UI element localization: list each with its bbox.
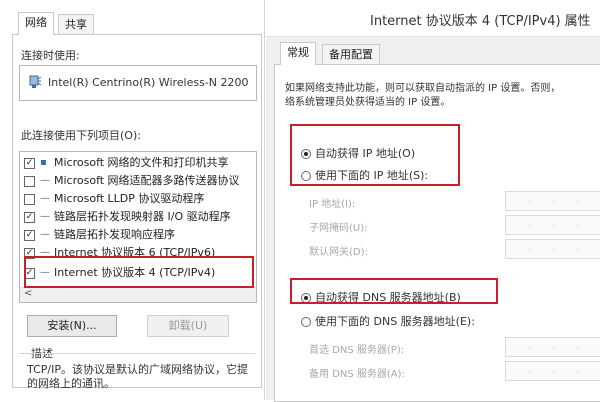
adapter-name: Intel(R) Centrino(R) Wireless-N 2200 bbox=[48, 76, 249, 89]
radio-unselected-icon bbox=[301, 317, 311, 327]
list-item[interactable]: ✓ — 链路层拓扑发现映射器 I/O 驱动程序 bbox=[24, 208, 231, 226]
install-button[interactable]: 安装(N)... bbox=[27, 315, 117, 337]
tcpipv4-properties-dialog: Internet 协议版本 4 (TCP/IPv4) 属性 常规 备用配置 如果… bbox=[266, 0, 600, 402]
checkbox[interactable] bbox=[24, 175, 35, 187]
protocol-icon: — bbox=[40, 229, 50, 240]
uninstall-button[interactable]: 卸载(U) bbox=[147, 315, 229, 337]
checkbox[interactable]: ✓ bbox=[24, 157, 35, 169]
list-item[interactable]: — Microsoft 网络适配器多路传送器协议 bbox=[24, 172, 240, 190]
tab-alternate-config[interactable]: 备用配置 bbox=[322, 44, 380, 65]
adapter-properties-dialog: 网络 共享 连接时使用: Intel(R) Centrino(R) Wirele… bbox=[0, 0, 265, 400]
description-text-2: 的网络上的通讯。 bbox=[27, 377, 115, 390]
checkbox[interactable] bbox=[24, 193, 35, 205]
intro-text-line1: 如果网络支持此功能，则可以获取自动指派的 IP 设置。否则， bbox=[285, 83, 561, 94]
intro-text-line2: 络系统管理员处获得适当的 IP 设置。 bbox=[285, 97, 451, 108]
highlight-box-tcpipv4 bbox=[24, 256, 254, 288]
list-item[interactable]: ✓ — 链路层拓扑发现响应程序 bbox=[24, 226, 175, 244]
adapter-box: Intel(R) Centrino(R) Wireless-N 2200 bbox=[19, 65, 257, 101]
protocol-icon: — bbox=[40, 175, 50, 186]
network-tab-panel: 连接时使用: Intel(R) Centrino(R) Wireless-N 2… bbox=[12, 34, 262, 390]
general-tab-panel: 如果网络支持此功能，则可以获取自动指派的 IP 设置。否则， 络系统管理员处获得… bbox=[274, 64, 600, 402]
horizontal-scrollbar[interactable]: < bbox=[20, 287, 256, 302]
subnet-mask-field[interactable]: ... bbox=[505, 215, 600, 235]
highlight-box-auto-dns bbox=[290, 278, 498, 304]
ip-address-label: IP 地址(I): bbox=[309, 199, 356, 210]
tab-network[interactable]: 网络 bbox=[18, 12, 54, 35]
scroll-left-arrow-icon[interactable]: < bbox=[24, 288, 32, 299]
default-gateway-label: 默认网关(D): bbox=[309, 247, 368, 258]
preferred-dns-field[interactable]: ... bbox=[505, 337, 600, 357]
network-adapter-icon bbox=[28, 75, 42, 89]
service-icon: ▪ bbox=[40, 157, 47, 168]
list-item[interactable]: ✓ ▪ Microsoft 网络的文件和打印机共享 bbox=[24, 154, 229, 172]
preferred-dns-label: 首选 DNS 服务器(P): bbox=[309, 345, 405, 356]
connect-using-label: 连接时使用: bbox=[21, 49, 80, 62]
default-gateway-field[interactable]: ... bbox=[505, 239, 600, 259]
manual-dns-radio[interactable]: 使用下面的 DNS 服务器地址(E): bbox=[301, 313, 475, 329]
highlight-box-auto-ip bbox=[290, 124, 460, 186]
window-title: Internet 协议版本 4 (TCP/IPv4) 属性 bbox=[370, 14, 591, 29]
alternate-dns-field[interactable]: ... bbox=[505, 361, 600, 381]
alternate-dns-label: 备用 DNS 服务器(A): bbox=[309, 369, 405, 380]
protocol-icon: — bbox=[40, 193, 50, 204]
list-item[interactable]: — Microsoft LLDP 协议驱动程序 bbox=[24, 190, 204, 208]
items-label: 此连接使用下列项目(O): bbox=[21, 129, 141, 142]
ip-address-field[interactable]: ... bbox=[505, 191, 600, 211]
subnet-mask-label: 子网掩码(U): bbox=[309, 223, 368, 234]
checkbox[interactable]: ✓ bbox=[24, 229, 35, 241]
tab-general[interactable]: 常规 bbox=[280, 42, 316, 65]
protocol-icon: — bbox=[40, 211, 50, 222]
tab-sharing[interactable]: 共享 bbox=[58, 14, 94, 35]
checkbox[interactable]: ✓ bbox=[24, 211, 35, 223]
